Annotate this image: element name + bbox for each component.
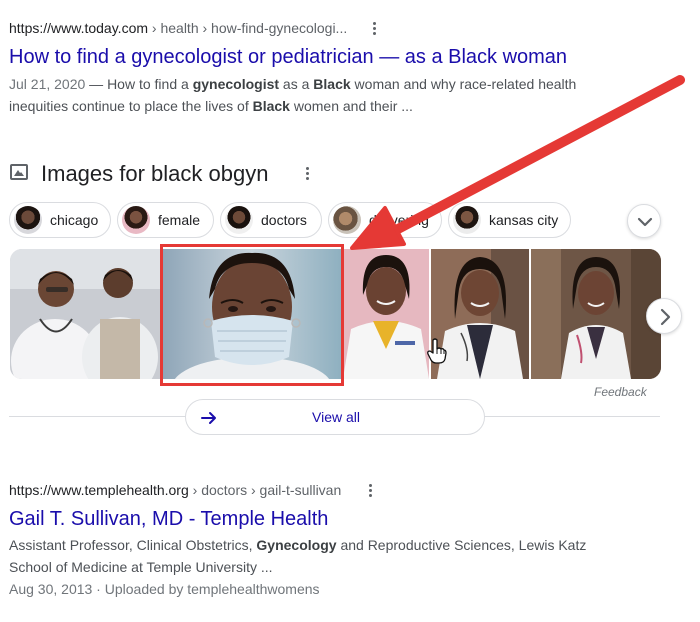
annotation-arrow-icon <box>350 75 685 250</box>
